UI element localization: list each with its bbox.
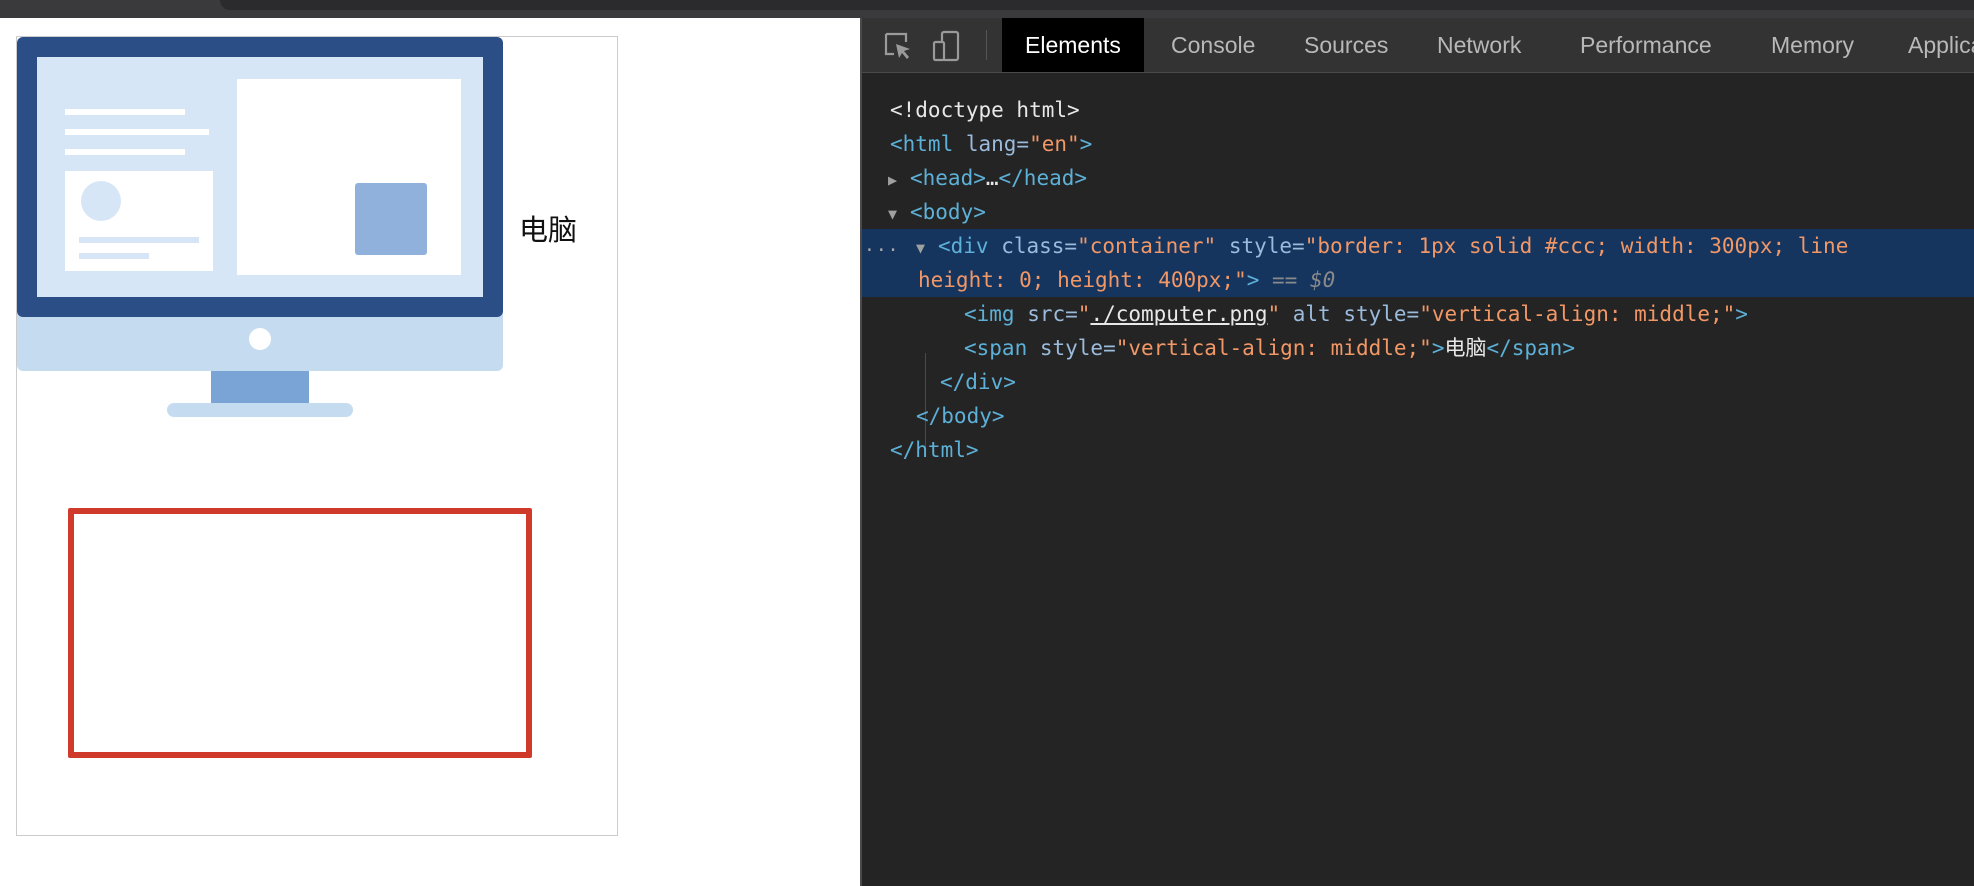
devtools-toolbar: Elements Console Sources Network Perform… xyxy=(862,18,1974,73)
lang-attr: lang= xyxy=(953,132,1030,156)
browser-tab-strip xyxy=(220,0,1974,10)
doctype-text: <!doctype html> xyxy=(890,98,1080,122)
html-tag: <html xyxy=(890,132,954,156)
head-ellipsis[interactable]: … xyxy=(986,166,999,190)
computer-label: 电脑 xyxy=(519,213,578,247)
dom-node-html-close[interactable]: </html> xyxy=(890,433,979,467)
body-close-tag: </body> xyxy=(916,404,1005,428)
dom-node-body[interactable]: ▼ <body> xyxy=(888,195,986,229)
device-toolbar-icon[interactable] xyxy=(932,30,964,62)
src-link[interactable]: ./computer.png xyxy=(1090,302,1267,326)
dom-node-img[interactable]: <img src="./computer.png" alt style="ver… xyxy=(964,297,1748,331)
tab-sources[interactable]: Sources xyxy=(1281,18,1411,72)
highlight-red-box xyxy=(68,508,532,758)
dom-node-body-close[interactable]: </body> xyxy=(916,399,1005,433)
inspect-element-icon[interactable] xyxy=(882,30,914,62)
tab-performance[interactable]: Performance xyxy=(1557,18,1735,72)
dom-node-doctype[interactable]: <!doctype html> xyxy=(890,93,1080,127)
span-text: 电脑 xyxy=(1444,336,1487,360)
div-tag: <div xyxy=(938,234,989,258)
dom-node-head[interactable]: ▶ <head>…</head> xyxy=(888,161,1087,195)
div-close-tag: </div> xyxy=(940,370,1016,394)
console-ref: == $0 xyxy=(1259,268,1336,292)
html-tag-close: > xyxy=(1079,132,1093,156)
src-attr: src= xyxy=(1014,302,1078,326)
src-quote: " xyxy=(1077,302,1091,326)
img-tag-close: > xyxy=(1735,302,1748,326)
head-tag: <head> xyxy=(910,166,986,190)
span-close-tag: </span> xyxy=(1486,336,1575,360)
span-tag-end: > xyxy=(1431,336,1445,360)
dom-tree: <!doctype html> <html lang="en"> ▶ <head>… xyxy=(862,73,1974,886)
span-tag: <span xyxy=(964,336,1028,360)
expand-triangle-icon[interactable]: ▶ xyxy=(888,163,910,197)
class-attr: class= xyxy=(988,234,1078,258)
tab-network[interactable]: Network xyxy=(1414,18,1544,72)
page-viewport: 电脑 xyxy=(0,18,860,886)
lang-value: "en" xyxy=(1029,132,1080,156)
dom-node-span[interactable]: <span style="vertical-align: middle;">电脑… xyxy=(964,331,1575,365)
dom-node-div-close[interactable]: </div> xyxy=(940,365,1016,399)
toolbar-separator xyxy=(986,30,987,60)
div-tag-close: > xyxy=(1246,268,1260,292)
style-attr: style= xyxy=(1027,336,1116,360)
browser-top-bar xyxy=(0,0,1974,18)
alt-attr: alt xyxy=(1280,302,1331,326)
style-attr: style= xyxy=(1216,234,1305,258)
tab-application[interactable]: Applica xyxy=(1885,18,1974,72)
style-value-part1: "border: 1px solid #ccc; width: 300px; l… xyxy=(1304,234,1849,258)
img-tag: <img xyxy=(964,302,1015,326)
tab-elements[interactable]: Elements xyxy=(1002,18,1144,72)
style-attr: style= xyxy=(1330,302,1420,326)
dom-node-html[interactable]: <html lang="en"> xyxy=(890,127,1092,161)
devtools-panel: Elements Console Sources Network Perform… xyxy=(860,18,1974,886)
src-quote: " xyxy=(1267,302,1281,326)
dom-node-div-selected[interactable]: ... ▼ <div class="container" style="borde… xyxy=(862,229,1974,263)
more-options-icon[interactable]: ... xyxy=(864,229,900,263)
computer-image xyxy=(17,37,507,423)
style-value: "vertical-align: middle;" xyxy=(1419,302,1736,326)
tab-memory[interactable]: Memory xyxy=(1748,18,1877,72)
style-value: "vertical-align: middle;" xyxy=(1115,336,1432,360)
collapse-triangle-icon[interactable]: ▼ xyxy=(916,231,938,265)
dom-node-div-selected-wrap[interactable]: height: 0; height: 400px;"> == $0 xyxy=(862,263,1974,297)
html-close-tag: </html> xyxy=(890,438,979,462)
body-tag: <body> xyxy=(910,200,986,224)
head-close-tag: </head> xyxy=(998,166,1088,190)
collapse-triangle-icon[interactable]: ▼ xyxy=(888,197,910,231)
style-value-part2: height: 0; height: 400px;" xyxy=(918,268,1247,292)
class-value: "container" xyxy=(1077,234,1217,258)
tab-console[interactable]: Console xyxy=(1148,18,1278,72)
